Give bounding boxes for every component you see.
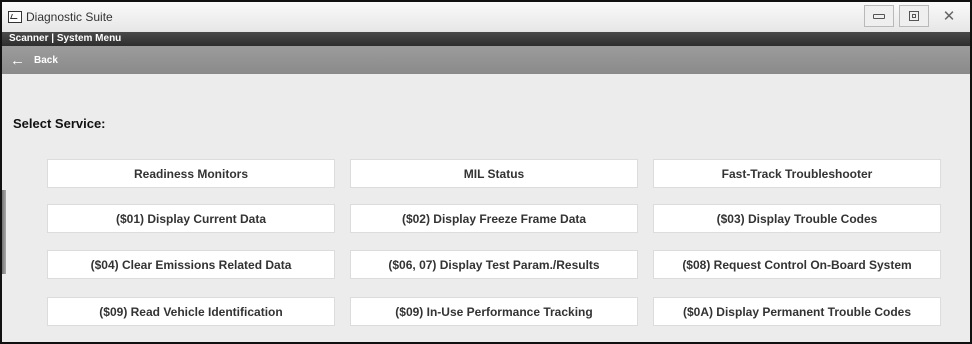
close-icon: ✕: [942, 7, 956, 25]
service-button-mil-status[interactable]: MIL Status: [350, 159, 638, 188]
page-title: Select Service:: [13, 116, 106, 131]
minimize-icon: [873, 13, 885, 19]
window-controls: ✕: [864, 5, 964, 27]
service-button-03[interactable]: ($03) Display Trouble Codes: [653, 204, 941, 233]
service-button-04[interactable]: ($04) Clear Emissions Related Data: [47, 250, 335, 279]
back-bar: ← Back: [2, 46, 970, 74]
service-button-09-performance[interactable]: ($09) In-Use Performance Tracking: [350, 297, 638, 326]
service-button-02[interactable]: ($02) Display Freeze Frame Data: [350, 204, 638, 233]
service-button-readiness-monitors[interactable]: Readiness Monitors: [47, 159, 335, 188]
maximize-button[interactable]: [899, 5, 929, 27]
title-bar: Diagnostic Suite ✕: [2, 2, 970, 32]
back-arrow-icon[interactable]: ←: [10, 53, 25, 68]
window-title: Diagnostic Suite: [26, 10, 113, 24]
service-button-06-07[interactable]: ($06, 07) Display Test Param./Results: [350, 250, 638, 279]
service-button-09-vin[interactable]: ($09) Read Vehicle Identification: [47, 297, 335, 326]
service-button-0a[interactable]: ($0A) Display Permanent Trouble Codes: [653, 297, 941, 326]
app-window: Diagnostic Suite ✕ Scanner | System Menu…: [0, 0, 972, 344]
breadcrumb: Scanner | System Menu: [2, 32, 970, 46]
edge-shadow: [2, 190, 6, 274]
service-button-fast-track[interactable]: Fast-Track Troubleshooter: [653, 159, 941, 188]
minimize-button[interactable]: [864, 5, 894, 27]
maximize-icon: [909, 11, 919, 21]
service-button-08[interactable]: ($08) Request Control On-Board System: [653, 250, 941, 279]
back-button[interactable]: Back: [34, 55, 58, 66]
app-chart-icon: [8, 11, 22, 23]
service-button-01[interactable]: ($01) Display Current Data: [47, 204, 335, 233]
close-button[interactable]: ✕: [934, 5, 964, 27]
